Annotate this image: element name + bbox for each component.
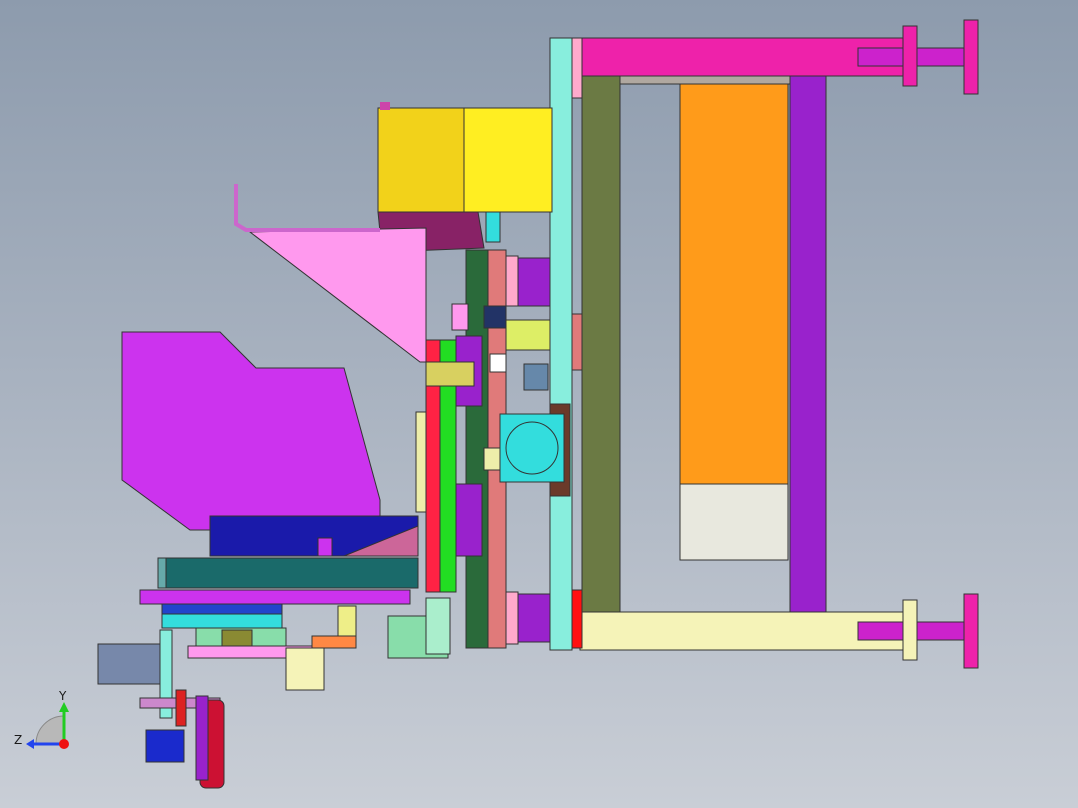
cream-box (285, 647, 325, 691)
purple-slider-bottom (455, 483, 483, 557)
z-axis-label: Z (14, 733, 22, 747)
small-purple-block (317, 537, 333, 557)
rail-cap (157, 557, 167, 589)
navy-tab (483, 305, 507, 329)
y-axis-arrow (59, 702, 69, 712)
axis-triad: Y Z (14, 689, 69, 749)
triad-arc (35, 715, 65, 745)
purple-bearing-top (515, 257, 551, 307)
rail-body (157, 557, 419, 589)
teal-rail (157, 557, 419, 589)
roll-body-left (377, 107, 465, 213)
pulley-purple (195, 695, 209, 781)
assembly-drawing: Y Z (14, 19, 979, 789)
hopper-body (121, 331, 381, 531)
roll-shaft-cyan (485, 211, 501, 243)
roll-tab (380, 102, 390, 110)
motor-shaft-circle (505, 421, 559, 475)
yellow-fitting (337, 605, 357, 637)
red-vertical-arm (175, 689, 187, 727)
grey-cylinder (97, 643, 161, 685)
pink-block-top (505, 255, 519, 307)
pink-spacer-top (571, 37, 583, 99)
blue-bar (161, 603, 283, 615)
olive-clamp (425, 361, 475, 387)
cyan-top-bar (161, 613, 283, 629)
cyan-mount-plate (549, 37, 573, 651)
white-tab (489, 353, 507, 373)
bottom-cylinder-cap (963, 593, 979, 669)
lower-mechanism (97, 589, 451, 789)
pale-strip (415, 411, 427, 513)
pink-block-bottom (505, 591, 519, 645)
cad-viewport[interactable]: Y Z (0, 0, 1078, 808)
y-axis-label: Y (58, 689, 67, 703)
salmon-spacer (571, 313, 583, 371)
hopper-rail (234, 184, 380, 232)
mint-block (425, 597, 451, 655)
sensor-block (523, 363, 549, 391)
purple-bearing-bottom (515, 593, 551, 643)
orange-fitting (311, 635, 357, 649)
blue-motor (145, 729, 185, 763)
orange-block (679, 83, 789, 485)
magenta-plate (139, 589, 411, 605)
top-cylinder-cap (963, 19, 979, 95)
purple-column (789, 75, 827, 613)
beige-block (679, 483, 789, 561)
motor-mount-tab (483, 447, 501, 471)
top-cylinder-flange (902, 25, 918, 87)
purple-hopper (121, 331, 419, 557)
olive-column (581, 75, 621, 613)
bottom-cylinder-flange (902, 599, 918, 661)
red-spacer-bottom (571, 589, 583, 649)
hopper-chute (248, 227, 427, 363)
x-axis-dot (59, 739, 69, 749)
roll-body-right (463, 107, 553, 213)
z-axis-arrow (26, 739, 34, 749)
pink-guide-top (451, 303, 469, 331)
yellow-block-upper (505, 319, 551, 351)
right-frame (549, 19, 979, 669)
